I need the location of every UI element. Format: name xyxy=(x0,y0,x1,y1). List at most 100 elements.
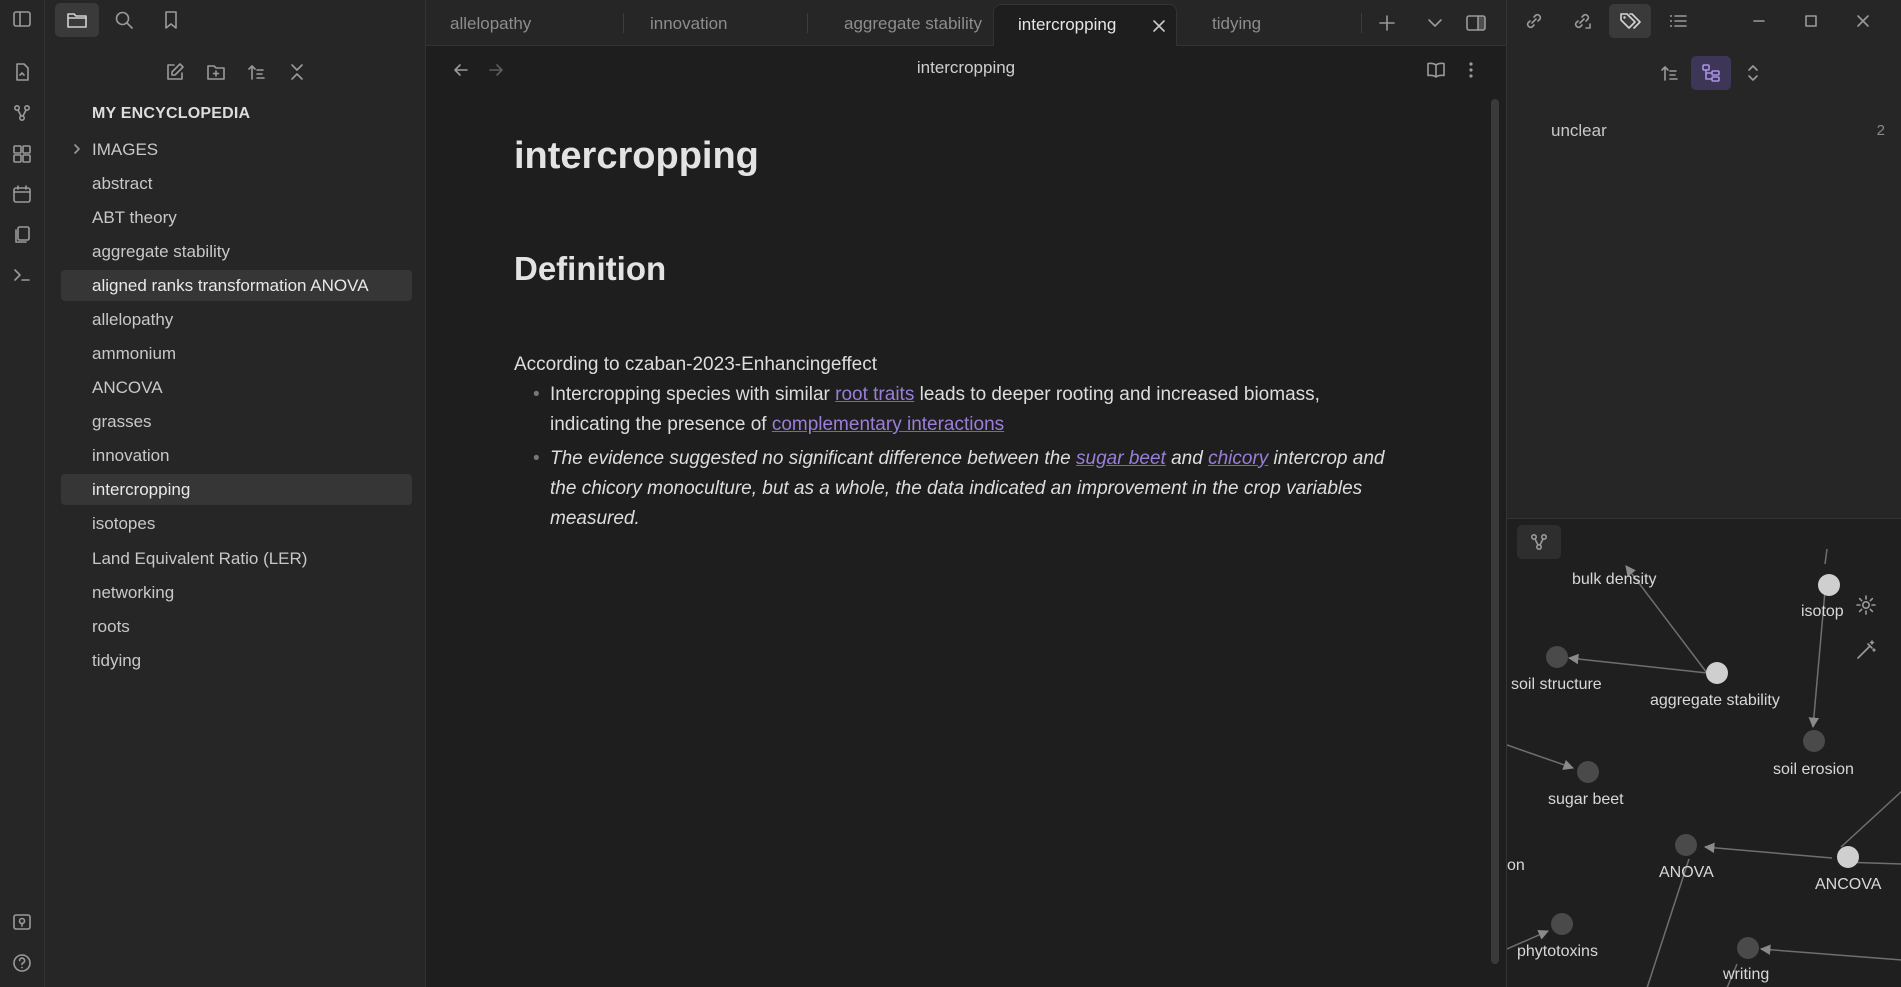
file-item[interactable]: allelopathy xyxy=(61,304,412,335)
graph-label: ANOVA xyxy=(1659,864,1714,881)
animate-wand-icon[interactable] xyxy=(1855,639,1877,661)
expand-collapse-icon[interactable] xyxy=(1733,56,1773,90)
new-tab-plus-icon[interactable] xyxy=(1372,8,1402,38)
graph-node-phytotoxins[interactable] xyxy=(1551,913,1573,935)
tab-intercropping[interactable]: intercropping xyxy=(993,4,1177,46)
view-header-title[interactable]: intercropping xyxy=(426,58,1506,78)
file-label: ammonium xyxy=(92,344,177,363)
link-root-traits[interactable]: root traits xyxy=(835,384,914,405)
file-item[interactable]: grasses xyxy=(61,406,412,437)
tab-aggregate-stability[interactable]: aggregate stability xyxy=(820,4,1016,46)
tab-separator xyxy=(623,13,624,33)
maximize-window-icon[interactable] xyxy=(1790,4,1832,38)
toggle-right-sidebar-icon[interactable] xyxy=(1461,8,1491,38)
tab-bar: allelopathy innovation aggregate stabili… xyxy=(426,0,1506,46)
local-graph-pane[interactable]: bulk density isotop soil structure aggre… xyxy=(1507,518,1901,987)
tag-count: 2 xyxy=(1876,122,1885,139)
tab-tidying[interactable]: tidying xyxy=(1188,4,1368,46)
minimize-window-icon[interactable] xyxy=(1738,4,1780,38)
graph-label: ANCOVA xyxy=(1815,876,1882,893)
tab-innovation[interactable]: innovation xyxy=(626,4,822,46)
tab-label: intercropping xyxy=(1018,15,1117,34)
sort-tags-icon[interactable] xyxy=(1649,56,1689,90)
tag-item-unclear[interactable]: unclear xyxy=(1551,121,1607,141)
graph-canvas[interactable]: bulk density isotop soil structure aggre… xyxy=(1507,519,1901,987)
calendar-icon[interactable] xyxy=(7,179,37,209)
note-heading[interactable]: Definition xyxy=(514,250,666,288)
canvas-icon[interactable] xyxy=(7,139,37,169)
file-item[interactable]: abstract xyxy=(61,168,412,199)
sort-order-icon[interactable] xyxy=(241,57,271,87)
note-body[interactable]: According to czaban-2023-Enhancingeffect… xyxy=(514,350,1394,534)
file-item-hovered[interactable]: aligned ranks transformation ANOVA xyxy=(61,270,412,301)
file-item-active[interactable]: intercropping xyxy=(61,474,412,505)
graph-node-aggregate-stability[interactable] xyxy=(1706,662,1728,684)
terminal-icon[interactable] xyxy=(7,260,37,290)
file-item[interactable]: Land Equivalent Ratio (LER) xyxy=(61,543,412,574)
tab-label: allelopathy xyxy=(450,14,532,33)
chevron-right-icon xyxy=(74,144,80,154)
close-window-icon[interactable] xyxy=(1842,4,1884,38)
tags-icon[interactable] xyxy=(1609,4,1651,38)
new-note-icon[interactable] xyxy=(160,57,190,87)
file-item[interactable]: roots xyxy=(61,611,412,642)
file-item[interactable]: ammonium xyxy=(61,338,412,369)
file-item[interactable]: ANCOVA xyxy=(61,372,412,403)
new-folder-icon[interactable] xyxy=(201,57,231,87)
outline-list-icon[interactable] xyxy=(1657,4,1699,38)
collapse-all-icon[interactable] xyxy=(282,57,312,87)
file-label: intercropping xyxy=(92,480,191,499)
search-tab-icon[interactable] xyxy=(102,3,146,37)
graph-node-soil-erosion[interactable] xyxy=(1803,730,1825,752)
graph-node-sugar-beet[interactable] xyxy=(1577,761,1599,783)
close-tab-icon[interactable] xyxy=(1152,19,1166,33)
graph-edge xyxy=(1703,842,1833,859)
file-label: roots xyxy=(92,617,130,636)
nested-tags-tree-icon[interactable] xyxy=(1691,56,1731,90)
files-tab-folder-icon[interactable] xyxy=(55,3,99,37)
graph-node-ancova[interactable] xyxy=(1837,846,1859,868)
graph-view-icon[interactable] xyxy=(7,98,37,128)
graph-label: soil erosion xyxy=(1773,761,1854,778)
vault-name[interactable]: MY ENCYCLOPEDIA xyxy=(92,105,250,123)
note-title[interactable]: intercropping xyxy=(514,135,759,178)
reading-mode-book-icon[interactable] xyxy=(1421,55,1451,85)
folder-label: IMAGES xyxy=(92,140,159,159)
graph-node-anova[interactable] xyxy=(1675,834,1697,856)
sidebar-toggle-icon[interactable] xyxy=(7,4,37,34)
graph-node-soil-structure[interactable] xyxy=(1546,646,1568,668)
file-item[interactable]: innovation xyxy=(61,440,412,471)
more-options-icon[interactable] xyxy=(1456,55,1486,85)
link-sugar-beet[interactable]: sugar beet xyxy=(1076,448,1166,469)
editor-scrollbar[interactable] xyxy=(1491,99,1499,964)
file-label: networking xyxy=(92,583,175,602)
help-icon[interactable] xyxy=(7,948,37,978)
file-explorer: MY ENCYCLOPEDIA IMAGES abstract ABT theo… xyxy=(45,0,426,987)
outgoing-links-icon[interactable] xyxy=(1561,4,1603,38)
tab-separator xyxy=(1361,13,1362,33)
file-item[interactable]: aggregate stability xyxy=(61,236,412,267)
vault-switcher-icon[interactable] xyxy=(7,907,37,937)
file-label: grasses xyxy=(92,412,152,431)
folder-images[interactable]: IMAGES xyxy=(61,134,412,165)
file-label: allelopathy xyxy=(92,310,174,329)
file-item[interactable]: networking xyxy=(61,577,412,608)
backlinks-icon[interactable] xyxy=(1513,4,1555,38)
file-item[interactable]: ABT theory xyxy=(61,202,412,233)
tab-list-chevron-down-icon[interactable] xyxy=(1420,8,1450,38)
file-label: ABT theory xyxy=(92,208,177,227)
graph-label: phytotoxins xyxy=(1517,943,1598,960)
tab-allelopathy[interactable]: allelopathy xyxy=(426,4,622,46)
file-item[interactable]: isotopes xyxy=(61,508,412,539)
file-item[interactable]: tidying xyxy=(61,645,412,676)
intro-paragraph: According to czaban-2023-Enhancingeffect xyxy=(514,354,878,375)
graph-node-isotopes[interactable] xyxy=(1818,574,1840,596)
graph-settings-gear-icon[interactable] xyxy=(1855,594,1877,616)
graph-node-writing[interactable] xyxy=(1737,937,1759,959)
open-quick-switcher-icon[interactable] xyxy=(7,57,37,87)
bookmarks-tab-icon[interactable] xyxy=(149,3,193,37)
text-run: and xyxy=(1165,448,1209,469)
templates-icon[interactable] xyxy=(7,220,37,250)
link-complementary-interactions[interactable]: complementary interactions xyxy=(772,414,1004,435)
link-chicory[interactable]: chicory xyxy=(1208,448,1268,469)
